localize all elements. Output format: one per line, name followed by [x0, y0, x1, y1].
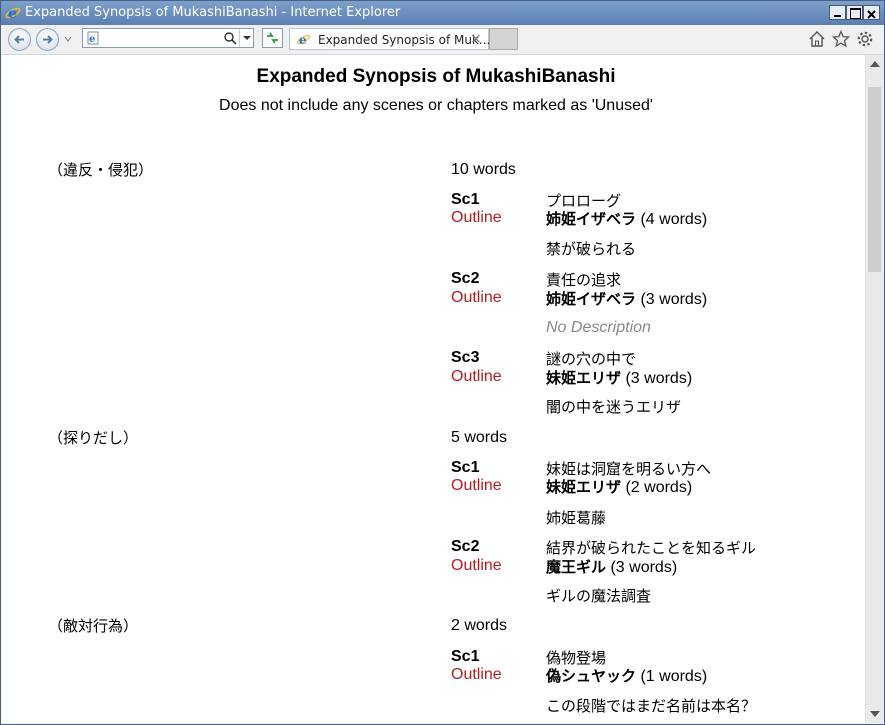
page-title: Expanded Synopsis of MukashiBanashi [256, 66, 616, 87]
scene-id: Sc3 [451, 349, 480, 366]
outline-link[interactable]: Outline [451, 557, 502, 575]
arrow-left-icon [14, 35, 24, 44]
favorites-star-icon[interactable] [832, 30, 850, 48]
character-word-count: (3 words) [636, 291, 708, 308]
back-button[interactable] [8, 28, 31, 51]
chapter-name: （探りだし） [48, 429, 139, 447]
refresh-icon [267, 32, 278, 44]
gear-icon[interactable] [856, 30, 874, 48]
svg-text:e: e [8, 6, 17, 21]
search-icon[interactable] [223, 31, 237, 45]
scene-description-empty: No Description [546, 319, 651, 336]
tab-expanded-synopsis[interactable]: e Expanded Synopsis of Muk... × [289, 28, 491, 50]
character-name: 妹姫エリザ [546, 478, 622, 496]
compatibility-refresh-button[interactable] [262, 28, 283, 48]
character-word-count: (4 words) [636, 211, 708, 228]
scroll-up-icon[interactable] [870, 61, 880, 67]
scene-title: 結界が破られたことを知るギル [546, 539, 757, 557]
chapter-name: （敵対行為） [48, 617, 139, 635]
page-content: Expanded Synopsis of MukashiBanashi Does… [2, 55, 865, 723]
character-name: 姉姫イザベラ [546, 290, 637, 308]
svg-text:e: e [89, 34, 95, 45]
chapter-name: （違反・侵犯） [48, 161, 154, 179]
chapter-word-count: 5 words [451, 429, 508, 446]
tab-close-button[interactable]: × [470, 31, 482, 47]
svg-text:e: e [299, 33, 307, 47]
character-word-count: (2 words) [621, 479, 693, 496]
navigation-toolbar: e e Expanded Synopsis of Muk... × [1, 25, 884, 55]
arrow-right-icon [43, 35, 53, 44]
scrollbar-thumb[interactable] [868, 87, 881, 272]
title-bar: e Expanded Synopsis of MukashiBanashi - … [1, 1, 884, 25]
character-word-count: (3 words) [621, 370, 693, 387]
outline-link[interactable]: Outline [451, 477, 502, 495]
scene-id: Sc2 [451, 270, 480, 287]
character-name: 魔王ギル [546, 558, 607, 576]
tab-label: Expanded Synopsis of Muk... [318, 33, 491, 47]
forward-button[interactable] [36, 28, 59, 51]
browser-window: e Expanded Synopsis of MukashiBanashi - … [0, 0, 885, 725]
scroll-down-icon[interactable] [870, 711, 880, 717]
scene-title: 謎の穴の中で [546, 350, 637, 368]
address-dropdown-button[interactable] [239, 29, 254, 47]
outline-link[interactable]: Outline [451, 209, 502, 227]
outline-link[interactable]: Outline [451, 666, 502, 684]
character-word-count: (1 words) [636, 668, 708, 685]
minimize-button[interactable] [829, 5, 846, 20]
scene-id: Sc1 [451, 191, 480, 208]
scene-description: この段階ではまだ名前は本名？ [546, 697, 757, 715]
scene-description: 禁が破られる [546, 240, 637, 258]
scene-title: 責任の追求 [546, 271, 622, 289]
window-title: Expanded Synopsis of MukashiBanashi - In… [25, 5, 401, 20]
scene-character: 姉姫イザベラ (4 words) [546, 208, 707, 229]
address-input[interactable] [103, 30, 221, 46]
ie-logo-icon: e [5, 6, 21, 21]
maximize-button[interactable] [846, 5, 863, 20]
chapter-word-count: 2 words [451, 617, 508, 634]
outline-link[interactable]: Outline [451, 368, 502, 386]
home-icon[interactable] [808, 30, 826, 48]
page-icon: e [87, 31, 99, 45]
close-icon [867, 10, 876, 19]
character-name: 妹姫エリザ [546, 369, 622, 387]
scene-character: 姉姫イザベラ (3 words) [546, 288, 707, 309]
new-tab-button[interactable] [489, 28, 518, 50]
chapter-word-count: 10 words [451, 161, 516, 178]
scene-id: Sc1 [451, 648, 480, 665]
outline-link[interactable]: Outline [451, 289, 502, 307]
scene-id: Sc2 [451, 538, 480, 555]
character-name: 姉姫イザベラ [546, 210, 637, 228]
character-word-count: (3 words) [606, 559, 678, 576]
scene-character: 偽シュヤック (1 words) [546, 665, 707, 686]
ie-tab-icon: e [297, 33, 310, 47]
page-subtitle: Does not include any scenes or chapters … [219, 97, 653, 114]
character-name: 偽シュヤック [546, 667, 637, 685]
history-dropdown-icon[interactable] [64, 35, 72, 43]
address-bar: e [82, 28, 254, 48]
chevron-down-icon [243, 36, 251, 40]
scene-character: 魔王ギル (3 words) [546, 556, 677, 577]
scene-character: 妹姫エリザ (3 words) [546, 367, 692, 388]
scene-description: ギルの魔法調査 [546, 587, 652, 605]
scene-description: 闇の中を迷うエリザ [546, 398, 682, 416]
scene-id: Sc1 [451, 459, 480, 476]
scene-description: 姉姫葛藤 [546, 509, 607, 527]
close-window-button[interactable] [863, 5, 880, 20]
vertical-scrollbar[interactable] [865, 55, 883, 723]
scene-character: 妹姫エリザ (2 words) [546, 476, 692, 497]
